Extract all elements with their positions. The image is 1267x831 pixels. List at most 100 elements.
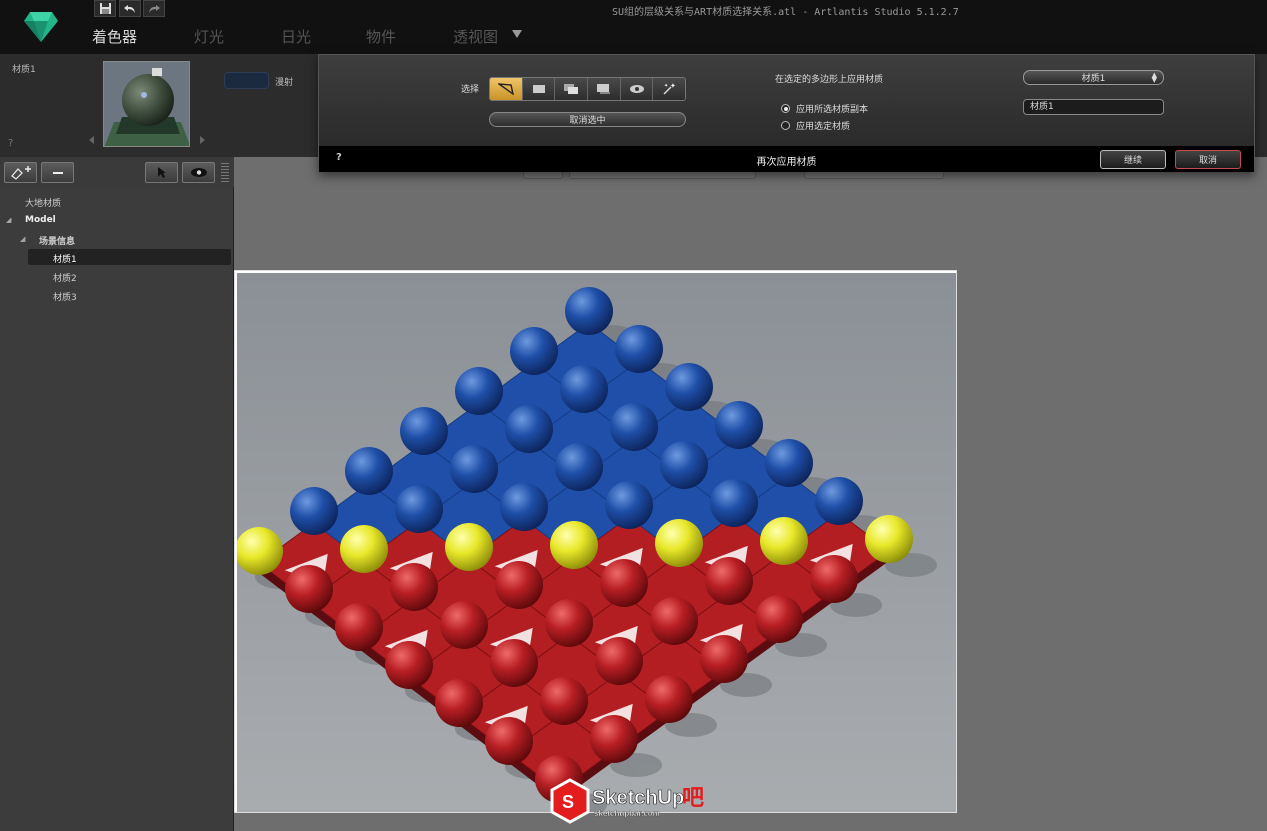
tab-objects[interactable]: 物件	[366, 26, 396, 47]
minus-icon	[52, 171, 63, 174]
blue-sphere	[765, 439, 813, 487]
eye-select-icon	[629, 85, 644, 93]
material-name-input[interactable]: 材质1	[1023, 99, 1164, 115]
chevron-down-icon[interactable]	[512, 30, 522, 38]
render-viewport[interactable]	[234, 270, 957, 813]
blue-sphere	[555, 443, 603, 491]
yellow-sphere	[865, 515, 913, 563]
blue-sphere	[450, 445, 498, 493]
undo-icon	[124, 4, 135, 13]
radio-label: 应用选定材质	[796, 122, 851, 132]
svg-text:SketchUp: SketchUp	[592, 787, 684, 809]
radio-apply-selected[interactable]: 应用选定材质	[781, 119, 850, 132]
tree-item-model[interactable]: Model	[25, 215, 56, 225]
blue-sphere	[560, 365, 608, 413]
red-sphere	[700, 635, 748, 683]
previous-material-arrow[interactable]	[89, 136, 94, 144]
svg-text:S: S	[562, 792, 574, 812]
next-material-arrow[interactable]	[200, 136, 205, 144]
pointer-tool-button[interactable]	[145, 162, 178, 183]
radio-button[interactable]	[781, 121, 790, 130]
artlantis-logo-icon	[24, 12, 58, 42]
svg-text:✦: ✦	[664, 83, 668, 89]
red-sphere	[540, 677, 588, 725]
tree-item-material-3[interactable]: 材质3	[53, 290, 77, 303]
blue-sphere	[510, 327, 558, 375]
blue-sphere	[290, 487, 338, 535]
tree-item-scene-info[interactable]: 场景信息	[39, 234, 75, 247]
cancel-selection-button[interactable]: 取消选中	[489, 112, 686, 127]
tab-shaders[interactable]: 着色器	[92, 26, 137, 47]
remove-material-button[interactable]	[41, 162, 74, 183]
tab-sun[interactable]: 日光	[281, 26, 311, 47]
cursor-icon	[157, 167, 166, 178]
yellow-sphere	[340, 525, 388, 573]
radio-label: 应用所选材质副本	[796, 105, 869, 115]
red-sphere	[810, 555, 858, 603]
dialog-footer: ? 再次应用材质 继续 取消	[319, 146, 1254, 172]
radio-apply-copy[interactable]: 应用所选材质副本	[781, 102, 868, 115]
sketchup-bar-watermark: S SketchUp 吧 sketchupbar.com	[550, 778, 704, 824]
save-button[interactable]	[94, 0, 116, 17]
rectangle-select-icon	[532, 85, 545, 93]
polygon-select-icon	[497, 83, 514, 95]
svg-text:✦: ✦	[670, 82, 676, 90]
undo-button[interactable]	[119, 0, 141, 17]
blue-sphere	[710, 479, 758, 527]
tree-item-material-1[interactable]: 材质1	[53, 252, 77, 265]
blue-sphere	[660, 441, 708, 489]
reflection-color-swatch[interactable]	[224, 72, 269, 89]
blue-sphere	[395, 485, 443, 533]
red-sphere	[600, 559, 648, 607]
continue-button[interactable]: 继续	[1100, 150, 1166, 169]
yellow-sphere	[760, 517, 808, 565]
magic-select-button[interactable]: ✦ ✦	[653, 78, 685, 100]
tree-item-material-2[interactable]: 材质2	[53, 271, 77, 284]
panel-grip[interactable]	[221, 163, 229, 183]
help-icon[interactable]: ?	[8, 138, 13, 149]
visibility-button[interactable]	[182, 162, 215, 183]
cancel-button[interactable]: 取消	[1175, 150, 1241, 169]
red-sphere	[645, 675, 693, 723]
red-sphere	[595, 637, 643, 685]
radio-button[interactable]	[781, 104, 790, 113]
object-select-icon	[596, 84, 610, 94]
reapply-material-dialog: 选择 ✦ ✦ 取消选中 在选定的多边形上应用材质 应用所选材质副本 应用选定材质…	[318, 54, 1255, 172]
material-dropdown-value: 材质1	[1081, 74, 1106, 84]
rectangle-select-button[interactable]	[522, 78, 556, 100]
blue-sphere	[455, 367, 503, 415]
polygon-select-button[interactable]	[490, 78, 523, 100]
red-sphere	[435, 679, 483, 727]
red-sphere	[335, 603, 383, 651]
add-material-button[interactable]	[4, 162, 37, 183]
material-thumbnail[interactable]	[103, 61, 190, 147]
render-preview[interactable]	[237, 273, 956, 812]
red-sphere	[385, 641, 433, 689]
selection-tool-group: ✦ ✦	[489, 77, 686, 101]
yellow-sphere	[237, 527, 283, 575]
red-sphere	[650, 597, 698, 645]
redo-button[interactable]	[143, 0, 165, 17]
red-sphere	[485, 717, 533, 765]
tree-item-ground-material[interactable]: 大地材质	[25, 196, 61, 209]
material-dropdown[interactable]: 材质1 ▲ ▼	[1023, 70, 1164, 85]
tab-lights[interactable]: 灯光	[194, 26, 224, 47]
tab-perspective[interactable]: 透视图	[453, 26, 498, 47]
expand-triangle-icon[interactable]: ◢	[20, 235, 25, 243]
window-title: SU组的层级关系与ART材质选择关系.atl - Artlantis Studi…	[612, 7, 959, 18]
expand-triangle-icon[interactable]: ◢	[6, 216, 11, 224]
eye-select-button[interactable]	[620, 78, 654, 100]
material-name-label: 材质1	[12, 65, 36, 75]
blue-sphere	[815, 477, 863, 525]
red-sphere	[440, 601, 488, 649]
dropdown-arrows-icon: ▲ ▼	[1151, 71, 1157, 84]
layer-select-button[interactable]	[555, 78, 589, 100]
red-sphere	[390, 563, 438, 611]
blue-sphere	[610, 403, 658, 451]
yellow-sphere	[550, 521, 598, 569]
title-bar: SU组的层级关系与ART材质选择关系.atl - Artlantis Studi…	[0, 0, 1267, 54]
red-sphere	[590, 715, 638, 763]
blue-sphere	[565, 287, 613, 335]
yellow-sphere	[655, 519, 703, 567]
object-select-button[interactable]	[588, 78, 621, 100]
